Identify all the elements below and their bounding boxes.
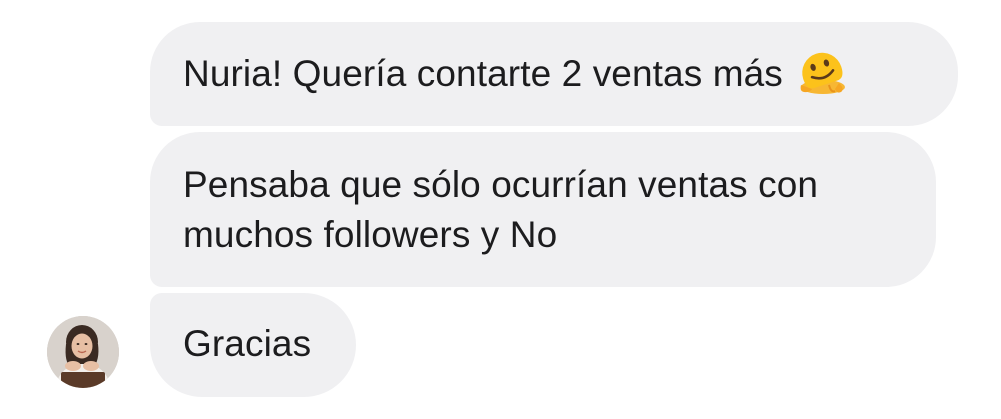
sender-avatar[interactable] xyxy=(47,316,119,388)
message-bubble[interactable]: Nuria! Quería contarte 2 ventas más xyxy=(150,22,958,126)
message-text: Nuria! Quería contarte 2 ventas más xyxy=(183,53,783,94)
avatar-photo-icon xyxy=(47,316,119,388)
message-bubble[interactable]: Pensaba que sólo ocurrían ventas con muc… xyxy=(150,132,936,287)
message-text-line: muchos followers y No xyxy=(183,214,558,255)
melting-face-emoji-icon xyxy=(795,45,847,97)
message-bubble[interactable]: Gracias xyxy=(150,293,356,397)
message-text-line: Pensaba que sólo ocurrían ventas con xyxy=(183,164,819,205)
message-text: Gracias xyxy=(183,323,312,364)
chat-thread: Nuria! Quería contarte 2 ventas más Pens… xyxy=(0,0,1001,419)
